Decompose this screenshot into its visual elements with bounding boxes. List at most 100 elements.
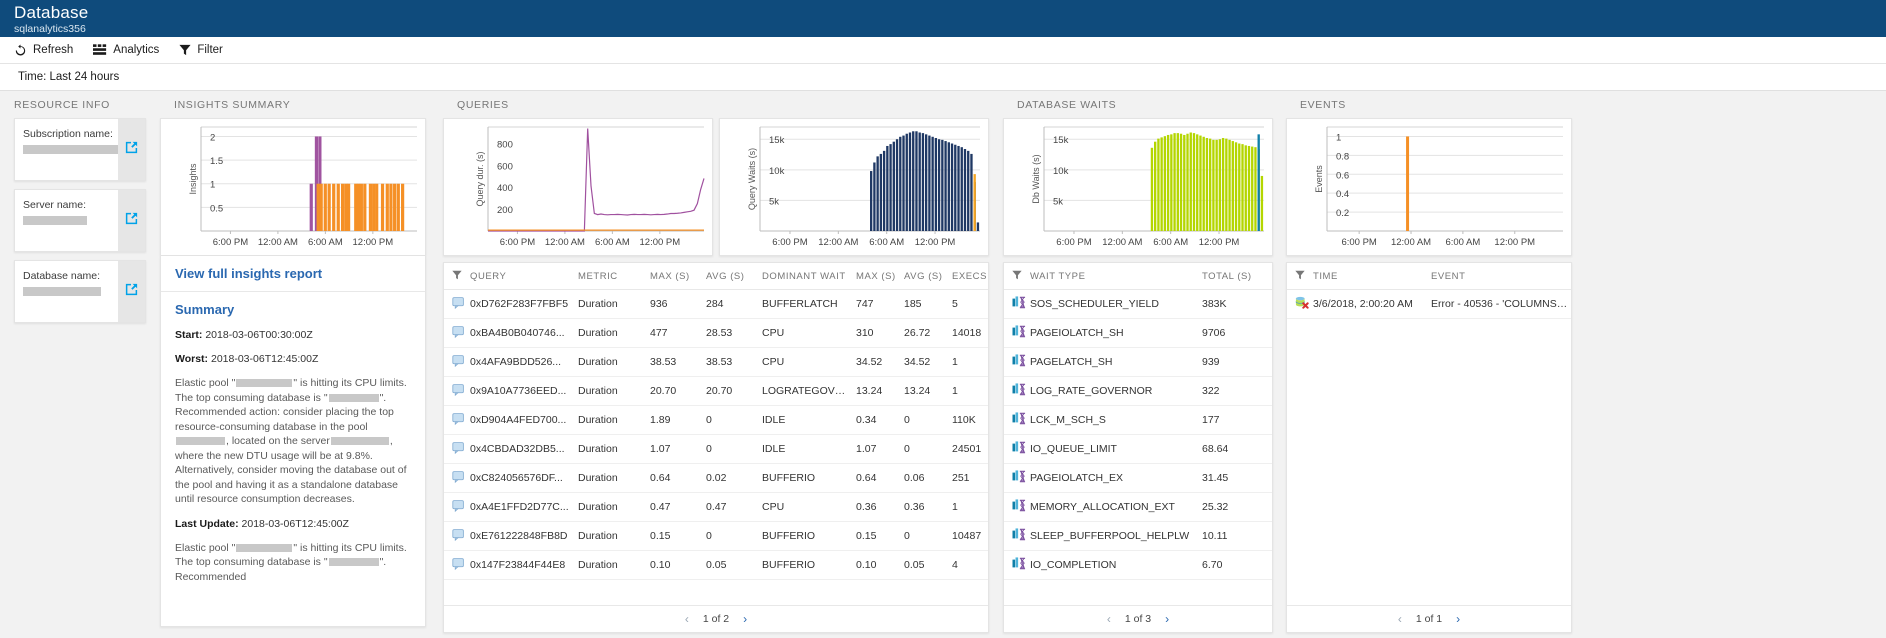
subscription-open-button[interactable] [118,119,145,180]
wait-hourglass-icon [1012,528,1026,541]
col-header[interactable]: MAX (S) [856,263,904,290]
database-waits-table: WAIT TYPE TOTAL (S) SOS_SCHEDULER_YIELD 38… [1004,263,1272,580]
cell-query: 0xA4E1FFD2D77C... [470,492,578,522]
time-range-bar[interactable]: Time: Last 24 hours [0,64,1886,91]
events-table-filter-header[interactable] [1287,263,1313,290]
row-icon [1287,289,1313,319]
table-row[interactable]: IO_QUEUE_LIMIT 68.64 [1004,434,1272,464]
waits-next-page-button[interactable]: › [1165,613,1169,625]
table-row[interactable]: 0xE761222848FB8D Duration 0.15 0 BUFFERIO 0.1… [444,521,988,551]
view-full-insights-report-link[interactable]: View full insights report [175,266,411,291]
cell-wavg: 0.06 [904,463,952,493]
queries-table-filter-header[interactable] [444,263,470,290]
table-row[interactable]: 0x9A10A7736EED... Duration 20.70 20.70 LOGRA… [444,376,988,406]
insights-chart-tile[interactable]: 0.5 1 1.5 2 Insights 6:00 PM 12:00 AM 6:00 AM 12… [160,118,426,256]
database-waits-title: DATABASE WAITS [1017,99,1117,111]
cell-avg: 20.70 [706,376,762,406]
col-header[interactable]: MAX (S) [650,263,706,290]
table-row[interactable]: 0x4CBDAD32DB5... Duration 1.07 0 IDLE 1.07 0 24… [444,434,988,464]
cell-query: 0x4CBDAD32DB5... [470,434,578,464]
table-row[interactable]: SOS_SCHEDULER_YIELD 383K [1004,289,1272,319]
events-chart: 0.2 0.4 0.6 0.8 1 Events 6:00 PM 12:00 AM 6:00 A… [1314,126,1563,248]
worst-label: Worst: [175,353,209,365]
table-row[interactable]: 0xBA4B0B040746... Duration 477 28.53 CPU 310 2… [444,318,988,348]
database-name-label: Database name: [23,270,101,282]
cell-execs: 1 [952,492,988,522]
cell-metric: Duration [578,492,650,522]
queries-next-page-button[interactable]: › [743,613,747,625]
events-prev-page-button[interactable]: ‹ [1398,613,1402,625]
table-row[interactable]: MEMORY_ALLOCATION_EXT 25.32 [1004,492,1272,522]
query-waits-chart-tile[interactable]: 5k 10k 15k Query Waits (s) 6:00 PM 12:00 AM 6:… [719,118,989,256]
query-comment-icon [452,442,464,455]
cell-wavg: 0 [904,405,952,435]
redacted-pool-name [236,379,293,388]
col-header[interactable]: AVG (S) [706,263,762,290]
svg-text:12:00 AM: 12:00 AM [545,237,585,248]
refresh-button[interactable]: Refresh [14,43,73,57]
waits-table-filter-header[interactable] [1004,263,1030,290]
col-header[interactable]: METRIC [578,263,650,290]
cell-total: 6.70 [1202,550,1272,580]
queries-column: QUERIES 200 400 600 800 Query dur. (s) 6:00 P… [443,91,1003,638]
col-header[interactable]: TOTAL (S) [1202,263,1272,290]
svg-text:5k: 5k [769,196,779,207]
query-comment-icon [452,326,464,339]
table-row[interactable]: 0xC824056576DF... Duration 0.64 0.02 BUFFERI… [444,463,988,493]
database-waits-table-scroll[interactable]: WAIT TYPE TOTAL (S) SOS_SCHEDULER_YIELD 38… [1004,263,1272,605]
dashboard-board: RESOURCE INFO Subscription name: Server … [0,91,1886,638]
table-row[interactable]: 0xD904A4FED700... Duration 1.89 0 IDLE 0.34 0 1… [444,405,988,435]
db-waits-chart-tile[interactable]: 5k 10k 15k Db Waits (s) 6:00 PM 12:00 AM 6:00 … [1003,118,1273,256]
table-row[interactable]: 0xA4E1FFD2D77C... Duration 0.47 0.47 CPU 0.36… [444,492,988,522]
filter-button[interactable]: Filter [179,44,223,56]
row-icon [444,289,470,319]
cell-total: 9706 [1202,318,1272,348]
queries-prev-page-button[interactable]: ‹ [685,613,689,625]
table-row[interactable]: PAGELATCH_SH 939 [1004,347,1272,377]
query-comment-icon [452,529,464,542]
events-chart-tile[interactable]: 0.2 0.4 0.6 0.8 1 Events 6:00 PM 12:00 AM 6:00 A… [1286,118,1572,256]
table-row[interactable]: 3/6/2018, 2:00:20 AM Error - 40536 - 'COL… [1287,289,1571,319]
table-row[interactable]: IO_COMPLETION 6.70 [1004,550,1272,580]
col-header[interactable]: QUERY [470,263,578,290]
table-row[interactable]: 0x4AFA9BDD526... Duration 38.53 38.53 CPU 34.… [444,347,988,377]
col-header[interactable]: WAIT TYPE [1030,263,1202,290]
last-update-value: 2018-03-06T12:45:00Z [241,517,349,530]
queries-page-label: 1 of 2 [702,613,730,625]
col-header[interactable]: AVG (S) [904,263,952,290]
database-name-value-redacted [23,287,101,296]
cell-metric: Duration [578,434,650,464]
row-icon [1004,289,1030,319]
events-next-page-button[interactable]: › [1456,613,1460,625]
table-row[interactable]: 0x147F23844F44E8 Duration 0.10 0.05 BUFFERIO… [444,550,988,580]
server-open-button[interactable] [118,190,145,251]
svg-text:12:00 PM: 12:00 PM [915,237,956,248]
query-duration-chart-tile[interactable]: 200 400 600 800 Query dur. (s) 6:00 PM 12:00 A… [443,118,713,256]
col-header[interactable]: EXECS [952,263,988,290]
queries-table: QUERY METRIC MAX (S) AVG (S) DOMINANT WAIT MA… [444,263,988,580]
query-comment-icon [452,297,464,310]
analytics-button[interactable]: Analytics [93,44,159,56]
table-row[interactable]: 0xD762F283F7FBF5 Duration 936 284 BUFFERLATC… [444,289,988,319]
cell-max: 936 [650,289,706,319]
row-icon [1004,376,1030,406]
col-header[interactable]: EVENT [1431,263,1571,290]
table-row[interactable]: LOG_RATE_GOVERNOR 322 [1004,376,1272,406]
queries-table-scroll[interactable]: QUERY METRIC MAX (S) AVG (S) DOMINANT WAIT MA… [444,263,988,605]
col-header[interactable]: DOMINANT WAIT [762,263,856,290]
waits-prev-page-button[interactable]: ‹ [1107,613,1111,625]
table-row[interactable]: PAGEIOLATCH_SH 9706 [1004,318,1272,348]
database-waits-header-row: WAIT TYPE TOTAL (S) [1004,263,1272,290]
svg-text:1: 1 [210,180,215,191]
col-header[interactable]: TIME [1313,263,1431,290]
cell-type: LOG_RATE_GOVERNOR [1030,376,1202,406]
table-row[interactable]: PAGEIOLATCH_EX 31.45 [1004,463,1272,493]
table-row[interactable]: SLEEP_BUFFERPOOL_HELPLW 10.11 [1004,521,1272,551]
svg-text:6:00 PM: 6:00 PM [213,237,248,248]
cell-wavg: 0 [904,521,952,551]
events-table-scroll[interactable]: TIME EVENT 3/6/2018, 2:00:20 AM Error - 40… [1287,263,1571,605]
cell-total: 68.64 [1202,434,1272,464]
cell-wavg: 185 [904,289,952,319]
table-row[interactable]: LCK_M_SCH_S 177 [1004,405,1272,435]
database-open-button[interactable] [118,261,145,322]
